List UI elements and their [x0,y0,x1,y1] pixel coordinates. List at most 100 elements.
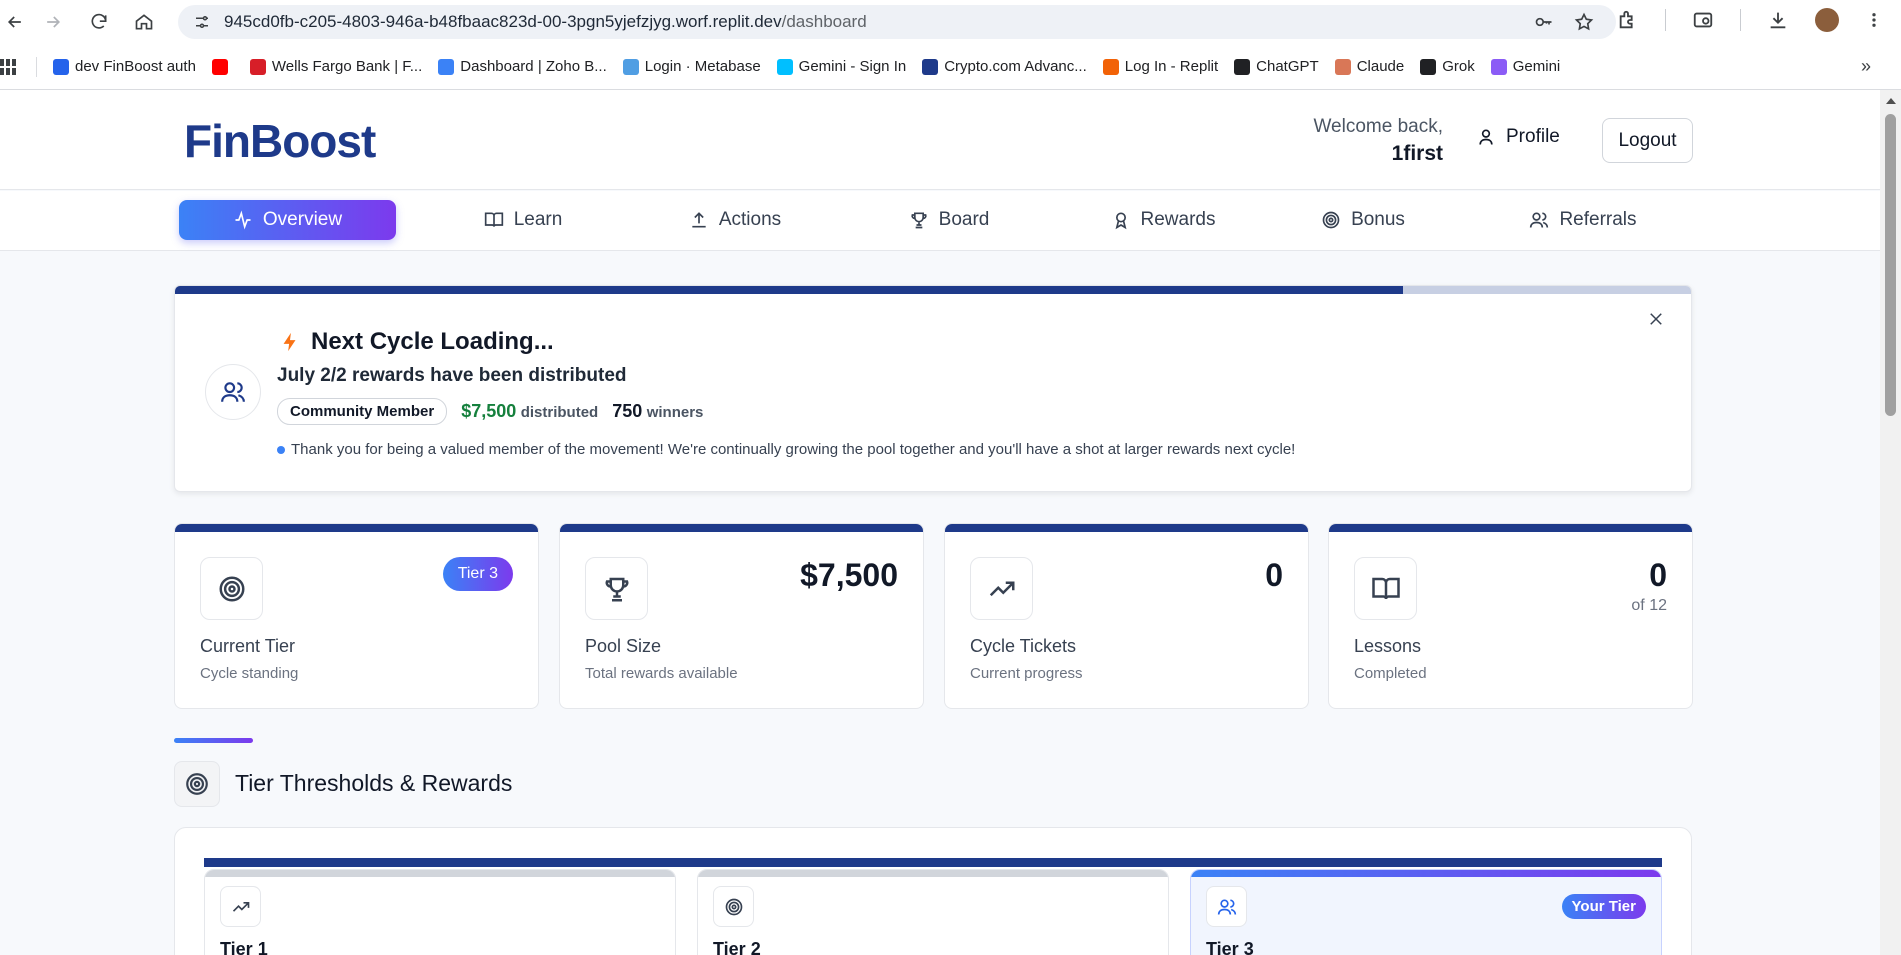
tab-learn[interactable]: Learn [440,200,606,240]
bookmark-item[interactable]: Gemini [1490,58,1560,75]
tier-icon-wrap [713,886,754,927]
card-icon-wrap [585,557,648,620]
star-icon[interactable] [1574,12,1594,32]
bookmark-item[interactable]: Login · Metabase [622,58,761,75]
address-bar[interactable]: 945cd0fb-c205-4803-946a-b48fbaac823d-00-… [178,5,1616,39]
bookmark-label: Log In - Replit [1124,58,1219,75]
tab-board[interactable]: Board [866,200,1032,240]
stat-card-pool-size: $7,500 Pool Size Total rewards available [559,523,924,709]
scroll-up-arrow[interactable] [1886,98,1896,104]
toolbar-divider [1665,9,1666,31]
browser-toolbar: 945cd0fb-c205-4803-946a-b48fbaac823d-00-… [0,0,1901,44]
tab-label: Rewards [1140,209,1216,230]
tab-rewards[interactable]: Rewards [1080,200,1246,240]
bookmark-item[interactable]: Claude [1334,58,1405,75]
stat-title: Cycle Tickets [970,636,1077,656]
cycle-banner: Next Cycle Loading... July 2/2 rewards h… [174,285,1692,492]
bookmark-favicon-icon [1234,58,1251,75]
reload-icon [91,13,107,29]
banner-note: Thank you for being a valued member of t… [277,441,1295,458]
tier-name: Tier 1 [220,939,268,955]
bookmark-label: Wells Fargo Bank | F... [271,58,423,75]
bookmark-favicon-icon [211,58,228,75]
bookmark-item[interactable] [211,58,234,75]
bookmarks-overflow-icon[interactable]: » [1861,56,1871,77]
scroll-thumb[interactable] [1885,114,1896,416]
tier-card-2[interactable]: Tier 2 [697,869,1169,955]
card-icon-wrap [1354,557,1417,620]
stat-desc: Completed [1354,665,1427,682]
winners-count: 750 [612,401,643,421]
banner-title: Next Cycle Loading... [311,328,554,355]
download-icon[interactable] [1767,9,1789,31]
tab-search-icon[interactable] [1692,9,1714,31]
users-icon [221,382,245,402]
card-accent [175,524,538,532]
bookmark-label: ChatGPT [1256,58,1319,75]
bookmark-item[interactable]: Crypto.com Advanc... [922,58,1087,75]
trophy-icon [911,212,927,229]
section-title: Tier Thresholds & Rewards [235,770,513,796]
trending-up-icon [989,581,1014,596]
finboost-logo[interactable]: FinBoost [184,114,376,168]
forward-button[interactable] [38,7,68,37]
bookmark-item[interactable]: Log In - Replit [1102,58,1219,75]
upload-icon [692,212,706,228]
bookmark-item[interactable]: Grok [1420,58,1475,75]
tab-label: Bonus [1351,209,1405,230]
back-button[interactable] [0,7,30,37]
home-button[interactable] [129,7,159,37]
browser-avatar[interactable] [1815,8,1839,32]
bookmark-favicon-icon [776,58,793,75]
tier-card-1[interactable]: Tier 1 [204,869,676,955]
tab-referrals[interactable]: Referrals [1500,200,1666,240]
tier-badge: Tier 3 [442,557,513,591]
more-vert-icon[interactable] [1865,9,1883,31]
app-header: FinBoost Welcome back, 1first Profile Lo… [0,90,1880,190]
bookmark-item[interactable]: ChatGPT [1234,58,1319,75]
extensions-icon[interactable] [1617,9,1639,31]
bookmark-favicon-icon [249,58,266,75]
tier-panel: Tier 1 Tier 2 Your Tier Tier 3 [174,827,1692,955]
users-icon [1217,899,1236,915]
arrow-left-icon [7,16,21,28]
close-button[interactable] [1647,310,1665,328]
site-info-icon[interactable] [192,12,212,32]
tab-actions[interactable]: Actions [652,200,818,240]
reload-button[interactable] [84,7,114,37]
key-icon[interactable] [1534,12,1554,32]
tier-card-accent [1191,870,1661,877]
tab-bonus[interactable]: Bonus [1280,200,1446,240]
stat-card-cycle-tickets: 0 Cycle Tickets Current progress [944,523,1309,709]
bookmark-item[interactable]: Dashboard | Zoho B... [438,58,607,75]
welcome-block: Welcome back, 1first [1313,116,1443,166]
url-path: /dashboard [781,12,867,31]
arrow-right-icon [47,16,61,28]
bookmark-item[interactable]: dev FinBoost auth [53,58,196,75]
winners-label: winners [646,404,704,421]
card-icon-wrap [200,557,263,620]
welcome-label: Welcome back, [1313,116,1443,137]
distributed-amount: $7,500 [461,401,517,421]
main-tabs: Overview Learn Actions Board Rewards Bon… [0,191,1880,251]
bookmark-label: Claude [1356,58,1405,75]
users-icon [1530,212,1549,228]
apps-grid-icon[interactable] [0,58,16,75]
bookmark-item[interactable]: Wells Fargo Bank | F... [249,58,423,75]
bookmark-favicon-icon [1490,58,1507,75]
book-icon [1371,577,1400,599]
profile-button[interactable]: Profile [1476,126,1560,148]
tier-name: Tier 3 [1206,939,1254,955]
bookmarks-bar: dev FinBoost auth Wells Fargo Bank | F...… [0,44,1901,90]
stat-value-sub: of 12 [1631,597,1667,614]
target-icon [186,773,208,795]
tier-panel-bar [204,858,1662,867]
bookmark-item[interactable]: Gemini - Sign In [776,58,907,75]
logout-button[interactable]: Logout [1602,118,1693,163]
bookmark-label: Gemini - Sign In [798,58,907,75]
bookmark-favicon-icon [438,58,455,75]
tab-overview[interactable]: Overview [179,200,396,240]
award-icon [1115,212,1126,230]
tier-card-3[interactable]: Your Tier Tier 3 [1190,869,1662,955]
page-scrollbar[interactable] [1880,90,1901,955]
